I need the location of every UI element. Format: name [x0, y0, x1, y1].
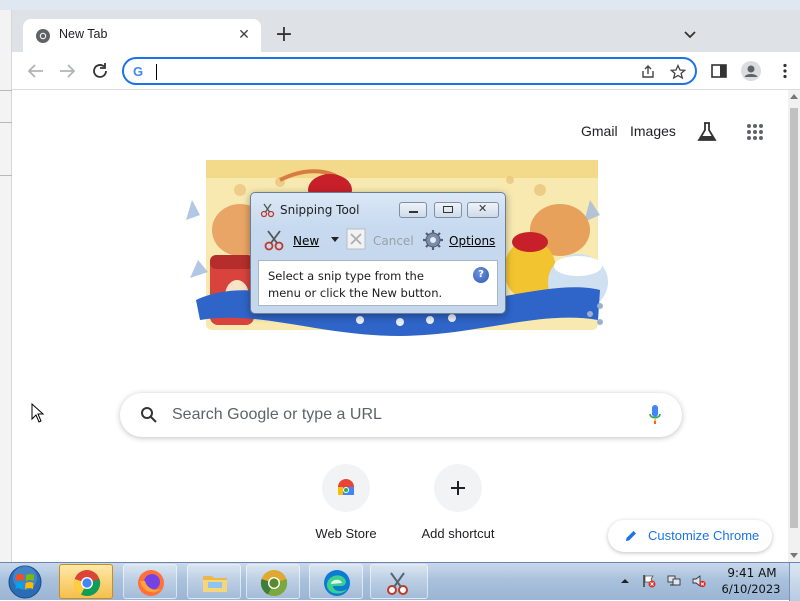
background-window-edge	[0, 10, 12, 562]
taskbar-firefox[interactable]	[123, 564, 177, 599]
taskbar-chrome[interactable]	[59, 564, 113, 599]
snip-minimize-button[interactable]	[399, 202, 427, 218]
show-hidden-icons-arrow-icon[interactable]	[620, 576, 630, 586]
google-g-icon: G	[133, 64, 144, 79]
desktop-background	[0, 0, 800, 10]
edge-icon	[324, 570, 350, 596]
customize-chrome-button[interactable]: Customize Chrome	[608, 520, 772, 552]
snip-close-button[interactable]: ✕	[467, 202, 499, 218]
scroll-up-arrow-icon[interactable]	[790, 94, 798, 99]
share-icon[interactable]	[640, 64, 656, 80]
tab-title: New Tab	[59, 27, 108, 41]
show-desktop-button[interactable]	[789, 563, 800, 601]
plus-icon	[451, 481, 465, 495]
tab-new-tab[interactable]: New Tab ✕	[23, 19, 261, 52]
gmail-link[interactable]: Gmail	[581, 123, 618, 139]
chrome-icon	[73, 570, 101, 597]
scrollbar-thumb[interactable]	[790, 108, 798, 528]
chrome-labs-flask-icon[interactable]	[696, 121, 718, 143]
text-caret	[156, 64, 157, 80]
taskbar-chrome-canary[interactable]	[246, 564, 300, 599]
clock-date[interactable]: 6/10/2023	[718, 582, 784, 596]
scissors-icon	[260, 203, 275, 218]
volume-muted-icon[interactable]	[692, 574, 706, 588]
browser-toolbar: G	[12, 52, 800, 90]
new-snip-scissors-icon[interactable]	[263, 228, 287, 252]
customize-chrome-label: Customize Chrome	[648, 528, 760, 543]
tab-close-icon[interactable]: ✕	[235, 26, 253, 44]
tab-search-chevron-icon[interactable]	[680, 24, 700, 44]
snipping-tool-title: Snipping Tool	[280, 203, 360, 217]
network-icon[interactable]	[667, 574, 681, 588]
firefox-icon	[138, 570, 164, 596]
folder-icon	[203, 576, 227, 592]
new-tab-button[interactable]: +	[272, 24, 296, 48]
forward-icon[interactable]	[56, 60, 78, 82]
snip-toolbar: New Cancel Options	[257, 225, 499, 255]
snip-new-button[interactable]: New	[293, 234, 319, 248]
search-input[interactable]	[172, 405, 612, 425]
tab-strip: New Tab ✕ +	[12, 10, 800, 52]
ntp-search-box[interactable]	[120, 393, 682, 437]
clock-time[interactable]: 9:41 AM	[726, 566, 778, 580]
snipping-tool-window: Snipping Tool ✕ New Cancel Options Selec…	[250, 192, 506, 314]
taskbar-file-explorer[interactable]	[187, 564, 241, 599]
taskbar-edge[interactable]	[309, 564, 363, 599]
shortcut-tile	[322, 464, 370, 512]
microphone-icon[interactable]	[648, 404, 662, 426]
side-panel-icon[interactable]	[710, 62, 728, 80]
mouse-cursor-icon	[31, 403, 45, 423]
windows-taskbar: 9:41 AM 6/10/2023	[0, 562, 800, 601]
scroll-down-arrow-icon[interactable]	[790, 553, 798, 558]
options-gear-icon[interactable]	[422, 229, 444, 251]
snip-cancel-button: Cancel	[373, 234, 414, 248]
start-button-windows-icon[interactable]	[7, 564, 43, 600]
shortcut-add[interactable]: Add shortcut	[403, 464, 513, 541]
address-bar[interactable]: G	[122, 57, 697, 85]
back-icon[interactable]	[25, 60, 47, 82]
images-link[interactable]: Images	[630, 123, 676, 139]
shortcut-web-store[interactable]: Web Store	[291, 464, 401, 541]
shortcut-tile	[434, 464, 482, 512]
action-center-flag-icon[interactable]	[642, 574, 656, 588]
new-tab-page: Gmail Images Search Google or type a URL…	[12, 90, 788, 562]
snip-options-button[interactable]: Options	[449, 234, 495, 248]
snip-message-panel: Select a snip type from the menu or clic…	[258, 260, 498, 306]
snip-maximize-button[interactable]	[434, 202, 462, 218]
search-icon	[141, 407, 157, 423]
help-icon[interactable]: ?	[473, 267, 489, 283]
menu-kebab-icon[interactable]	[776, 62, 794, 80]
reload-icon[interactable]	[89, 60, 111, 82]
address-input[interactable]	[154, 63, 594, 81]
shortcut-label: Add shortcut	[421, 526, 495, 541]
new-dropdown-arrow-icon[interactable]	[331, 237, 339, 242]
shortcut-label: Web Store	[315, 526, 377, 541]
pencil-icon	[626, 531, 636, 541]
bookmark-star-icon[interactable]	[670, 64, 686, 80]
profile-avatar-icon[interactable]	[741, 61, 761, 81]
taskbar-snipping-tool[interactable]	[370, 564, 428, 599]
page-scrollbar[interactable]	[788, 90, 800, 562]
snipping-tool-icon	[387, 572, 408, 595]
chrome-canary-icon	[260, 570, 288, 597]
google-apps-grid-icon[interactable]	[746, 123, 764, 141]
web-store-icon	[338, 479, 354, 495]
cancel-icon	[346, 228, 366, 250]
snip-instructions: Select a snip type from the menu or clic…	[268, 269, 443, 300]
chrome-favicon-icon	[36, 29, 50, 43]
